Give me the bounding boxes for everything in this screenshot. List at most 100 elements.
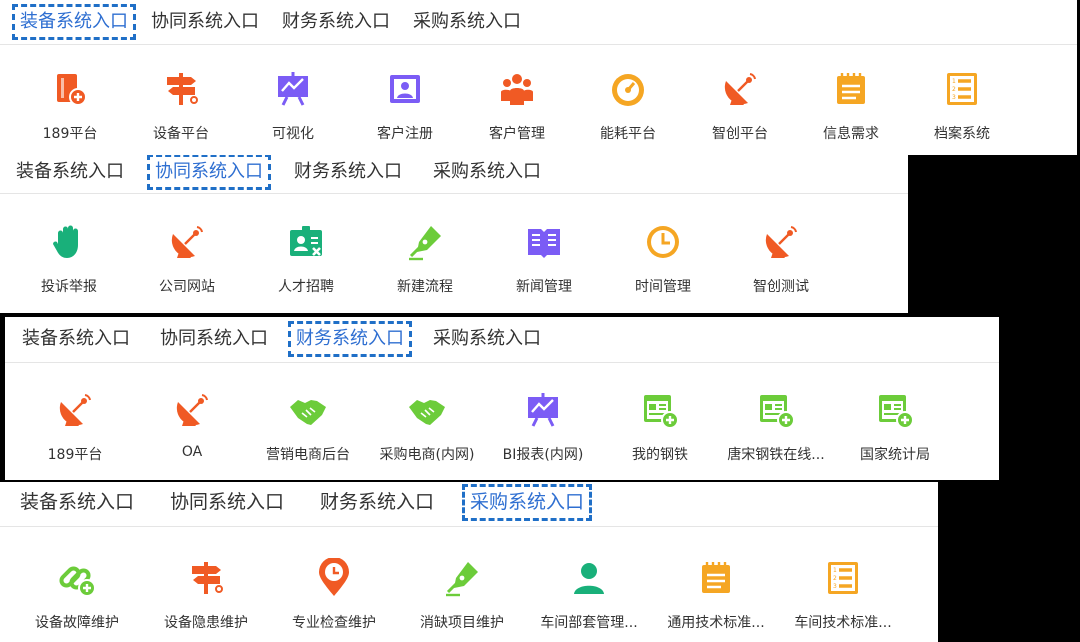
- web-plus-icon: [875, 390, 915, 430]
- app-entry-label: 档案系统: [934, 126, 990, 142]
- app-entry-label: 营销电商后台: [266, 447, 350, 463]
- app-entry-label: 能耗平台: [600, 126, 656, 142]
- app-entry-item[interactable]: 189平台: [19, 390, 131, 464]
- app-entry-item[interactable]: 通用技术标准...: [660, 558, 772, 632]
- link-plus-icon: [57, 558, 97, 598]
- tab-finance[interactable]: 财务系统入口: [282, 13, 390, 31]
- app-entry-item[interactable]: 专业检查维护: [278, 558, 390, 632]
- app-entry-item[interactable]: 客户管理: [461, 69, 573, 143]
- tab-equip[interactable]: 装备系统入口: [12, 4, 136, 40]
- app-entry-item[interactable]: 新闻管理: [488, 222, 600, 296]
- app-entry-label: 人才招聘: [278, 279, 334, 295]
- satellite-dish-icon: [720, 69, 760, 109]
- svg-text:2: 2: [833, 575, 837, 582]
- book-plus-icon: [50, 69, 90, 109]
- app-entry-item[interactable]: 消缺项目维护: [406, 558, 518, 632]
- app-entry-item[interactable]: 能耗平台: [572, 69, 684, 143]
- app-entry-label: 智创测试: [753, 279, 809, 295]
- app-entry-label: 189平台: [47, 447, 103, 463]
- app-entry-label: 189平台: [42, 126, 98, 142]
- app-entry-item[interactable]: 设备隐患维护: [150, 558, 262, 632]
- portrait-icon: [385, 69, 425, 109]
- app-entry-item[interactable]: 唐宋钢铁在线...: [720, 390, 832, 464]
- app-entry-item[interactable]: 189平台: [14, 69, 126, 143]
- numbered-list-icon: 123: [942, 69, 982, 109]
- app-entry-label: 设备故障维护: [35, 615, 119, 631]
- tab-purchase[interactable]: 采购系统入口: [413, 13, 521, 31]
- app-entry-item[interactable]: 智创测试: [725, 222, 837, 296]
- app-entry-label: 新闻管理: [516, 279, 572, 295]
- tab-finance[interactable]: 财务系统入口: [288, 321, 412, 357]
- presentation-chart-icon: [523, 390, 563, 430]
- numbered-list-icon: 123: [823, 558, 863, 598]
- tab-purchase[interactable]: 采购系统入口: [461, 484, 593, 521]
- hand-icon: [49, 222, 89, 262]
- app-entry-label: 车间部套管理...: [540, 615, 638, 631]
- notepad-icon: [831, 69, 871, 109]
- app-entry-label: BI报表(内网): [502, 447, 584, 463]
- tab-equip[interactable]: 装备系统入口: [20, 493, 134, 512]
- app-entry-item[interactable]: 公司网站: [131, 222, 243, 296]
- app-entry-item[interactable]: 可视化: [237, 69, 349, 143]
- app-entry-label: 可视化: [272, 126, 314, 142]
- app-entry-item[interactable]: 智创平台: [684, 69, 796, 143]
- app-entry-item[interactable]: BI报表(内网): [487, 390, 599, 464]
- handshake-icon: [288, 390, 328, 430]
- svg-text:3: 3: [952, 94, 956, 101]
- app-entry-label: OA: [181, 444, 203, 460]
- app-entry-item[interactable]: 人才招聘: [250, 222, 362, 296]
- app-entry-item[interactable]: 我的钢铁: [604, 390, 716, 464]
- equip-system-panel: 装备系统入口 协同系统入口 财务系统入口 采购系统入口 189平台 设备平台 可视化…: [0, 0, 1077, 155]
- pen-nib-icon: [442, 558, 482, 598]
- app-entry-label: 车间技术标准...: [794, 615, 892, 631]
- app-entry-label: 专业检查维护: [292, 615, 376, 631]
- location-clock-icon: [314, 558, 354, 598]
- app-entry-item[interactable]: 1 2 3 车间技术标准...: [787, 558, 899, 632]
- app-entry-item[interactable]: 采购电商(内网): [371, 390, 483, 464]
- app-entry-item[interactable]: 客户注册: [349, 69, 461, 143]
- equip-tab-bar: 装备系统入口 协同系统入口 财务系统入口 采购系统入口: [0, 0, 1077, 45]
- tab-finance[interactable]: 财务系统入口: [294, 163, 402, 181]
- app-entry-item[interactable]: 1 2 3 档案系统: [906, 69, 1018, 143]
- app-entry-item[interactable]: 时间管理: [607, 222, 719, 296]
- collab-system-panel: 装备系统入口 协同系统入口 财务系统入口 采购系统入口 投诉举报 公司网站 人才招聘…: [0, 155, 908, 313]
- app-entry-label: 时间管理: [635, 279, 691, 295]
- app-entry-item[interactable]: 国家统计局: [839, 390, 951, 464]
- app-entry-label: 通用技术标准...: [667, 615, 765, 631]
- svg-text:2: 2: [952, 86, 956, 93]
- pen-nib-icon: [405, 222, 445, 262]
- finance-tab-bar: 装备系统入口 协同系统入口 财务系统入口 采购系统入口: [5, 317, 999, 363]
- web-plus-icon: [640, 390, 680, 430]
- app-entry-label: 信息需求: [823, 126, 879, 142]
- collab-tab-bar: 装备系统入口 协同系统入口 财务系统入口 采购系统入口: [0, 155, 908, 194]
- open-book-icon: [524, 222, 564, 262]
- app-entry-item[interactable]: 信息需求: [795, 69, 907, 143]
- tab-purchase[interactable]: 采购系统入口: [433, 330, 541, 348]
- tab-collab[interactable]: 协同系统入口: [147, 155, 271, 190]
- svg-text:3: 3: [833, 583, 837, 590]
- purchase-tab-bar: 装备系统入口 协同系统入口 财务系统入口 采购系统入口: [0, 482, 938, 527]
- app-entry-label: 采购电商(内网): [379, 447, 475, 463]
- notepad-icon: [696, 558, 736, 598]
- tab-collab[interactable]: 协同系统入口: [160, 330, 268, 348]
- app-entry-item[interactable]: 投诉举报: [13, 222, 125, 296]
- tab-collab[interactable]: 协同系统入口: [151, 13, 259, 31]
- purchase-system-panel: 装备系统入口 协同系统入口 财务系统入口 采购系统入口 设备故障维护 设备隐患维护…: [0, 482, 938, 642]
- tab-equip[interactable]: 装备系统入口: [16, 163, 124, 181]
- tab-finance[interactable]: 财务系统入口: [320, 493, 434, 512]
- tab-collab[interactable]: 协同系统入口: [170, 493, 284, 512]
- app-entry-item[interactable]: 车间部套管理...: [533, 558, 645, 632]
- tab-purchase[interactable]: 采购系统入口: [433, 163, 541, 181]
- people-group-icon: [497, 69, 537, 109]
- person-icon: [569, 558, 609, 598]
- app-entry-item[interactable]: 设备平台: [125, 69, 237, 143]
- tab-equip[interactable]: 装备系统入口: [22, 330, 130, 348]
- id-card-icon: [286, 222, 326, 262]
- app-entry-label: 我的钢铁: [632, 447, 688, 463]
- app-entry-item[interactable]: 营销电商后台: [252, 390, 364, 464]
- app-entry-item[interactable]: 设备故障维护: [21, 558, 133, 632]
- app-entry-item[interactable]: OA: [136, 390, 248, 460]
- gauge-icon: [608, 69, 648, 109]
- app-entry-item[interactable]: 新建流程: [369, 222, 481, 296]
- satellite-dish-icon: [761, 222, 801, 262]
